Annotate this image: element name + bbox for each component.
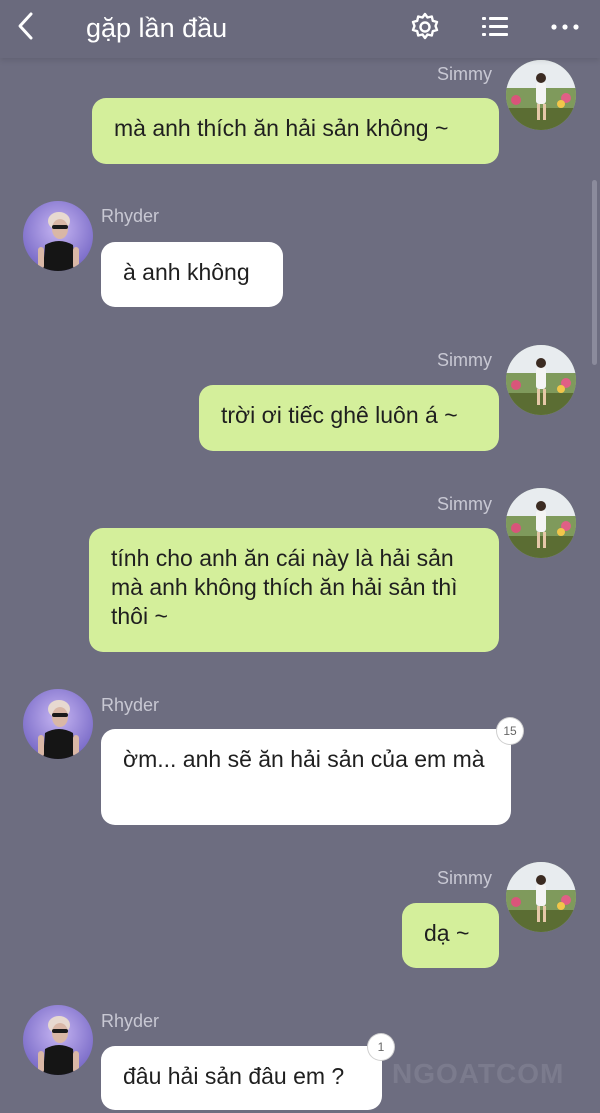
- avatar[interactable]: [23, 689, 93, 759]
- top-bar: gặp lần đầu: [0, 0, 600, 58]
- sender-name: Simmy: [437, 868, 492, 888]
- menu-button[interactable]: [478, 10, 512, 44]
- gear-icon: [411, 12, 439, 40]
- message-bubble[interactable]: ờm... anh sẽ ăn hải sản của em mà: [101, 729, 511, 825]
- message-bubble[interactable]: dạ ~: [402, 903, 499, 968]
- settings-button[interactable]: [408, 10, 442, 44]
- avatar[interactable]: [506, 488, 576, 558]
- more-dots-icon: [551, 24, 579, 30]
- sender-name: Rhyder: [101, 695, 160, 715]
- reaction-count-badge[interactable]: 1: [368, 1034, 394, 1060]
- avatar[interactable]: [506, 60, 576, 130]
- back-button[interactable]: [12, 10, 42, 42]
- message-bubble[interactable]: đâu hải sản đâu em ?: [101, 1046, 382, 1110]
- message-bubble[interactable]: à anh không: [101, 242, 283, 307]
- reaction-count-badge[interactable]: 15: [497, 718, 523, 744]
- sender-name: Rhyder: [101, 1011, 160, 1031]
- chat-title: gặp lần đầu: [86, 13, 228, 43]
- message-bubble[interactable]: trời ơi tiếc ghê luôn á ~: [199, 385, 499, 451]
- scrollbar[interactable]: [592, 180, 597, 365]
- sender-name: Simmy: [437, 494, 492, 514]
- sender-name: Rhyder: [101, 206, 160, 226]
- watermark: NGOATCOM: [392, 1058, 565, 1089]
- avatar[interactable]: [23, 201, 93, 271]
- avatar[interactable]: [23, 1005, 93, 1075]
- message-bubble[interactable]: mà anh thích ăn hải sản không ~: [92, 98, 499, 164]
- sender-name: Simmy: [437, 350, 492, 370]
- avatar[interactable]: [506, 862, 576, 932]
- more-button[interactable]: [548, 10, 582, 44]
- message-bubble[interactable]: tính cho anh ăn cái này là hải sản mà an…: [89, 528, 499, 652]
- sender-name: Simmy: [437, 64, 492, 84]
- avatar[interactable]: [506, 345, 576, 415]
- list-icon: [482, 17, 508, 36]
- back-arrow-icon: [18, 12, 33, 40]
